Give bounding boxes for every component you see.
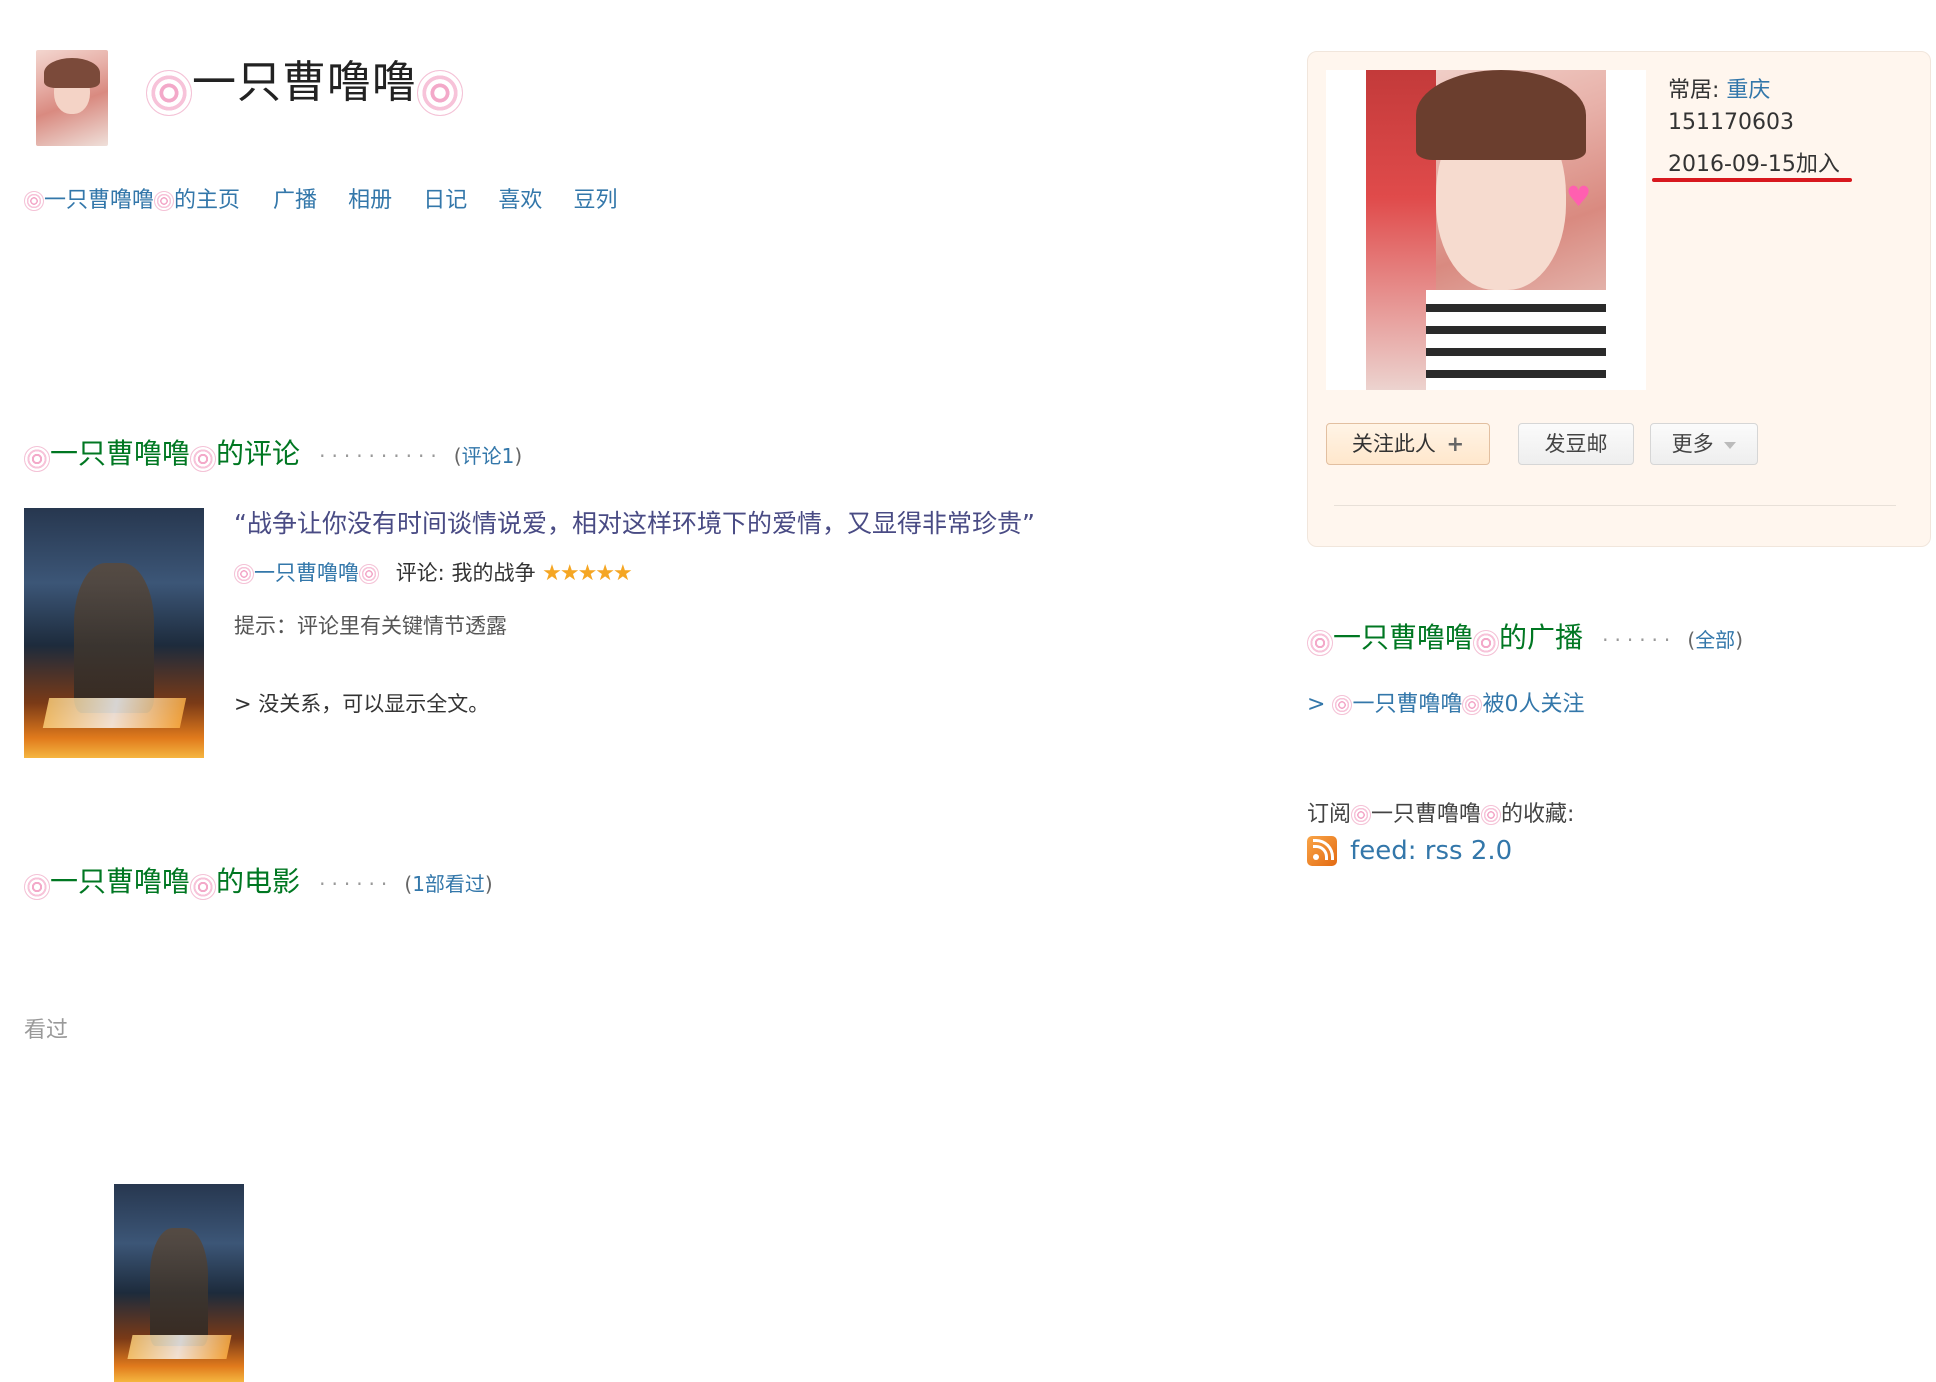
swirl-icon (234, 564, 254, 584)
reviews-count: (评论1) (453, 444, 523, 468)
dot-leader: ······ (319, 872, 394, 896)
swirl-icon (1351, 805, 1372, 825)
show-full-review: > 没关系，可以显示全文。 (234, 692, 490, 716)
follow-button[interactable]: 关注此人 + (1326, 423, 1490, 465)
broadcast-all-link[interactable]: 全部 (1695, 628, 1735, 652)
reviews-section-title: 一只曹噜噜 的评论 ·········· (评论1) (24, 432, 522, 476)
send-message-button[interactable]: 发豆邮 (1518, 423, 1634, 465)
swirl-icon (1307, 629, 1333, 656)
profile-photo[interactable]: ♥ (1326, 70, 1646, 390)
dot-leader: ······ (1602, 628, 1677, 652)
movies-count-link[interactable]: 1部看过 (412, 872, 485, 896)
subscribe-line: 订阅 一只曹噜噜 的收藏: (1307, 802, 1575, 827)
swirl-icon (359, 564, 379, 584)
watched-movie-poster[interactable] (114, 1184, 244, 1382)
swirl-icon (1473, 629, 1500, 656)
heart-icon: ♥ (1566, 180, 1592, 213)
swirl-icon (190, 873, 217, 900)
location-link[interactable]: 重庆 (1726, 78, 1770, 103)
rss-feed-link[interactable]: feed: rss 2.0 (1350, 836, 1512, 866)
nav-diary[interactable]: 日记 (423, 188, 467, 213)
swirl-icon (24, 873, 50, 900)
review-movie-poster[interactable] (24, 508, 204, 758)
dot-leader: ·········· (319, 444, 443, 468)
nav-likes[interactable]: 喜欢 (498, 188, 542, 213)
swirl-icon (24, 445, 50, 472)
join-date-underline (1652, 178, 1852, 182)
swirl-icon (1462, 695, 1483, 715)
nav-home[interactable]: 一只曹噜噜 的主页 (24, 188, 247, 213)
show-full-review-link[interactable]: 没关系，可以显示全文。 (258, 692, 489, 716)
reviews-count-link[interactable]: 评论1 (462, 444, 515, 468)
nav-album[interactable]: 相册 (348, 188, 392, 213)
review-author-link[interactable]: 一只曹噜噜 (254, 561, 359, 585)
location-label: 常居: (1668, 78, 1720, 103)
nav-broadcast[interactable]: 广播 (273, 188, 317, 213)
movies-count: (1部看过) (404, 872, 493, 896)
swirl-icon (154, 191, 175, 211)
swirl-icon (146, 69, 192, 116)
plus-icon: + (1446, 432, 1465, 456)
more-button[interactable]: 更多 (1650, 423, 1758, 465)
rating-stars-icon: ★★★★★ (542, 561, 633, 586)
swirl-icon (1481, 805, 1502, 825)
profile-name-title: 一只曹噜噜 (192, 57, 417, 108)
swirl-icon (190, 445, 217, 472)
swirl-icon (1332, 695, 1353, 715)
rss-icon (1307, 835, 1337, 866)
rss-feed: feed: rss 2.0 (1307, 832, 1512, 868)
profile-nav: 一只曹噜噜 的主页 广播 相册 日记 喜欢 豆列 (24, 184, 643, 218)
followers-line: > 一只曹噜噜 被0人关注 (1307, 692, 1585, 717)
card-divider (1334, 505, 1896, 506)
page-title: 一只曹噜噜 (146, 46, 463, 116)
swirl-icon (24, 191, 44, 211)
review-quote[interactable]: “战争让你没有时间谈情说爱，相对这样环境下的爱情，又显得非常珍贵” (234, 504, 1035, 540)
movies-section-title: 一只曹噜噜 的电影 ······ (1部看过) (24, 860, 493, 904)
dropdown-arrow-icon (1724, 441, 1737, 449)
spoiler-notice: 提示：评论里有关键情节透露 (234, 614, 507, 638)
user-id: 151170603 (1668, 110, 1794, 135)
watched-label: 看过 (24, 1018, 69, 1043)
review-label: 评论: 我的战争 (395, 561, 536, 585)
swirl-icon (417, 69, 463, 116)
broadcast-section-title: 一只曹噜噜 的广播 ······ (全部) (1307, 616, 1743, 660)
followers-link[interactable]: 一只曹噜噜 被0人关注 (1332, 692, 1584, 717)
location-line: 常居: 重庆 (1668, 72, 1770, 104)
nav-doulist[interactable]: 豆列 (573, 188, 617, 213)
header-avatar[interactable] (36, 50, 108, 146)
review-meta: 一只曹噜噜 评论: 我的战争 ★★★★★ (234, 558, 633, 589)
broadcast-count: (全部) (1687, 628, 1743, 652)
join-date: 2016-09-15加入 (1668, 152, 1840, 177)
